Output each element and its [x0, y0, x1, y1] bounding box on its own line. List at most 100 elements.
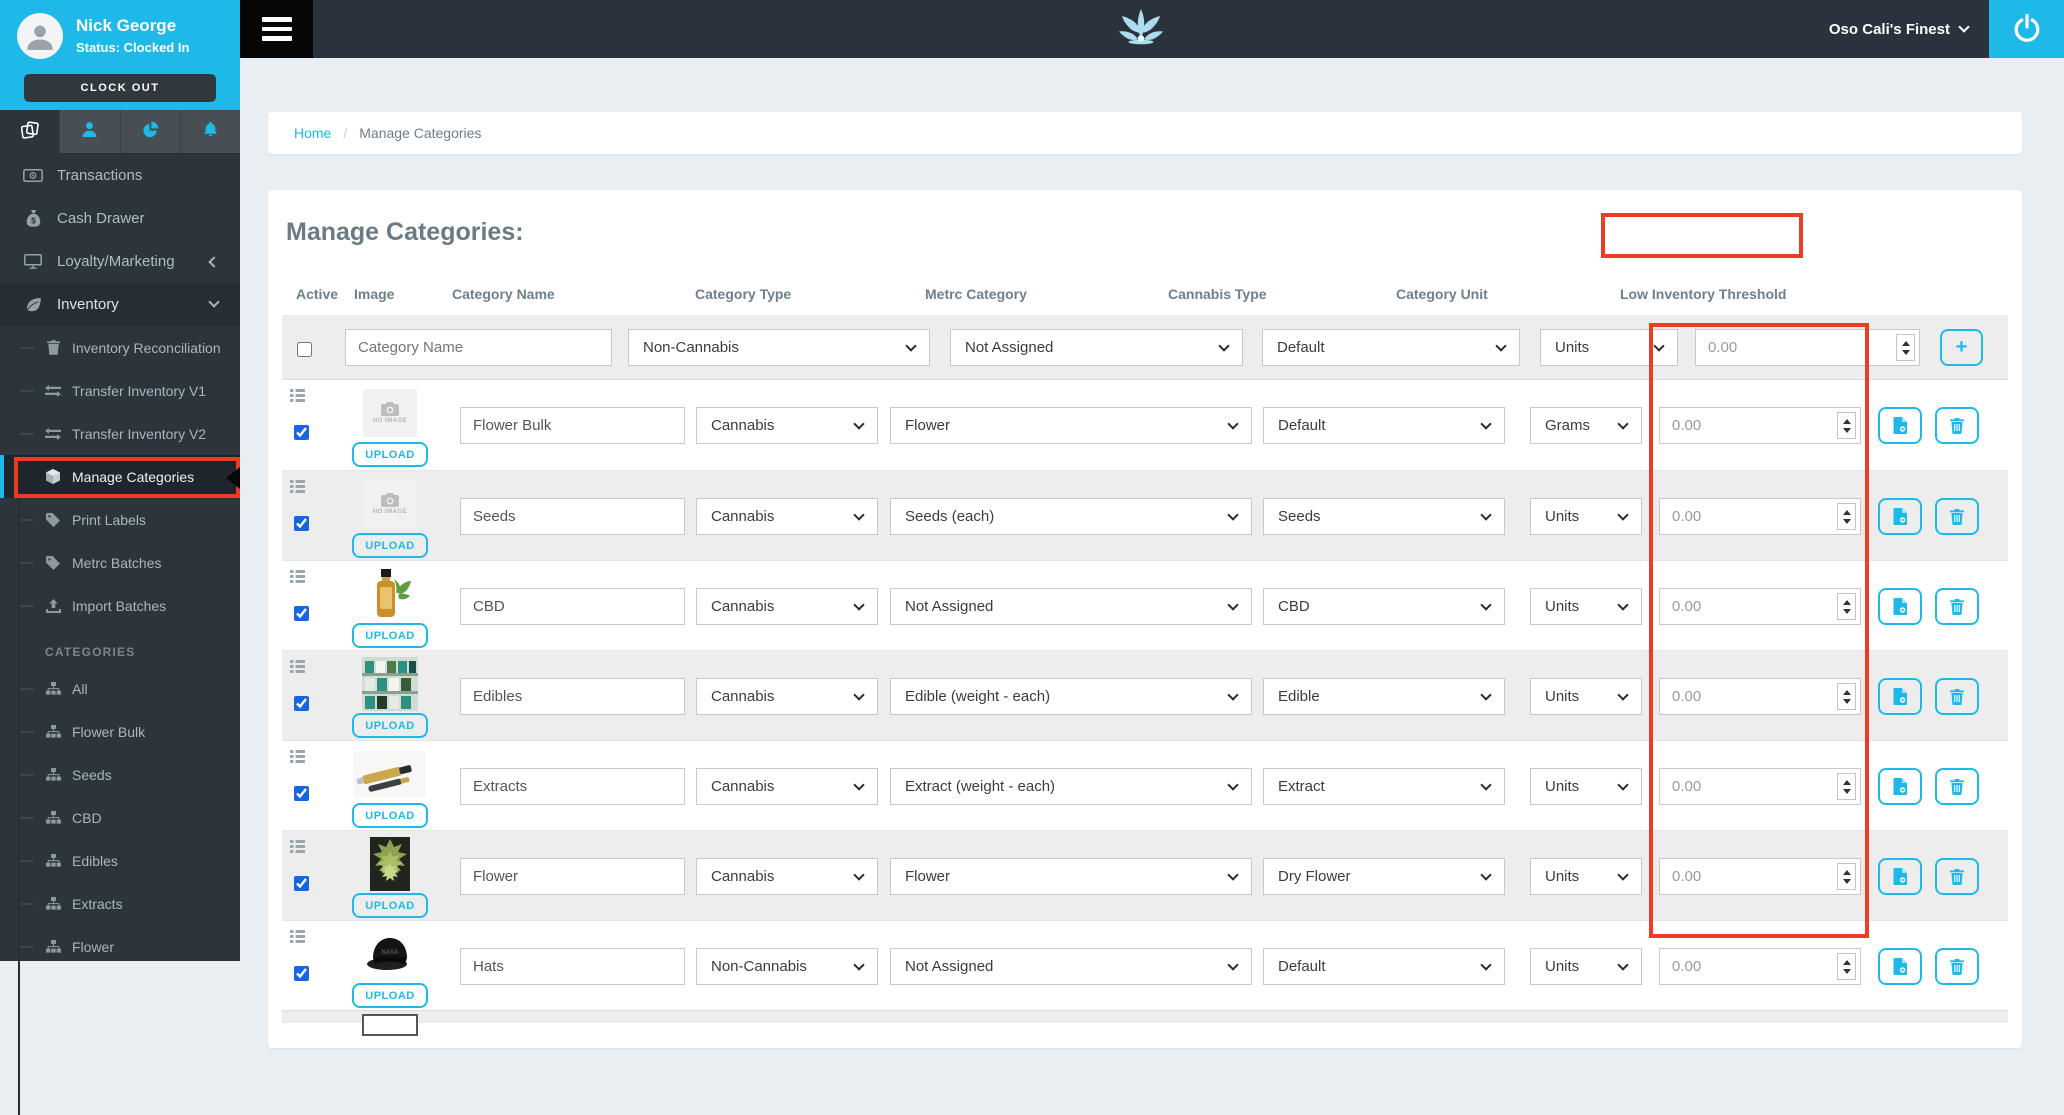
clock-out-button[interactable]: CLOCK OUT — [24, 74, 216, 102]
upload-button[interactable]: UPLOAD — [352, 983, 428, 1008]
cannabis-type-select[interactable]: Extract — [1263, 768, 1505, 805]
upload-button[interactable]: UPLOAD — [352, 623, 428, 648]
sidebar-item-inventory-reconciliation[interactable]: Inventory Reconciliation — [0, 326, 240, 369]
cannabis-type-select[interactable]: Default — [1262, 329, 1520, 366]
drag-handle-icon[interactable] — [290, 389, 305, 407]
drag-handle-icon[interactable] — [290, 570, 305, 588]
metrc-category-select[interactable]: Extract (weight - each) — [890, 768, 1252, 805]
tab-menu[interactable] — [0, 110, 60, 154]
category-unit-select[interactable]: Units — [1530, 768, 1642, 805]
number-spinner[interactable] — [1837, 953, 1856, 980]
drag-handle-icon[interactable] — [290, 480, 305, 498]
metrc-category-select[interactable]: Not Assigned — [890, 948, 1252, 985]
sidebar-category-all[interactable]: All — [0, 667, 240, 710]
save-button[interactable] — [1878, 768, 1922, 805]
metrc-category-select[interactable]: Flower — [890, 407, 1252, 444]
delete-button[interactable] — [1935, 407, 1979, 444]
number-spinner[interactable] — [1837, 412, 1856, 439]
category-unit-select[interactable]: Units — [1530, 588, 1642, 625]
threshold-input[interactable] — [1660, 769, 1860, 804]
sidebar-category-edibles[interactable]: Edibles — [0, 839, 240, 882]
category-name-input[interactable] — [460, 858, 685, 895]
sidebar-item-loyalty-marketing[interactable]: Loyalty/Marketing — [0, 240, 240, 283]
save-button[interactable] — [1878, 498, 1922, 535]
category-type-select[interactable]: Cannabis — [696, 768, 878, 805]
add-category-button[interactable]: + — [1940, 329, 1983, 366]
sidebar-item-metrc-batches[interactable]: Metrc Batches — [0, 541, 240, 584]
cannabis-type-select[interactable]: Default — [1263, 948, 1505, 985]
threshold-input[interactable] — [1660, 408, 1860, 443]
metrc-category-select[interactable]: Seeds (each) — [890, 498, 1252, 535]
metrc-category-select[interactable]: Not Assigned — [950, 329, 1243, 366]
sidebar-item-transactions[interactable]: Transactions — [0, 154, 240, 197]
drag-handle-icon[interactable] — [290, 660, 305, 678]
sidebar-item-cash-drawer[interactable]: $ Cash Drawer — [0, 197, 240, 240]
category-unit-select[interactable]: Units — [1540, 329, 1678, 366]
active-checkbox[interactable] — [294, 876, 309, 891]
metrc-category-select[interactable]: Flower — [890, 858, 1252, 895]
delete-button[interactable] — [1935, 678, 1979, 715]
active-checkbox[interactable] — [294, 966, 309, 981]
category-type-select[interactable]: Cannabis — [696, 588, 878, 625]
cannabis-type-select[interactable]: Edible — [1263, 678, 1505, 715]
sidebar-category-flower-bulk[interactable]: Flower Bulk — [0, 710, 240, 753]
active-checkbox[interactable] — [294, 606, 309, 621]
category-name-input[interactable] — [460, 768, 685, 805]
category-unit-select[interactable]: Units — [1530, 498, 1642, 535]
tab-notifications[interactable] — [179, 110, 240, 154]
number-spinner[interactable] — [1837, 503, 1856, 530]
save-button[interactable] — [1878, 948, 1922, 985]
active-checkbox[interactable] — [297, 342, 312, 357]
threshold-input[interactable] — [1660, 859, 1860, 894]
number-spinner[interactable] — [1837, 773, 1856, 800]
breadcrumb-home-link[interactable]: Home — [294, 125, 331, 141]
sidebar-item-transfer-inventory-v1[interactable]: Transfer Inventory V1 — [0, 369, 240, 412]
cannabis-type-select[interactable]: Dry Flower — [1263, 858, 1505, 895]
threshold-input[interactable] — [1660, 589, 1860, 624]
delete-button[interactable] — [1935, 498, 1979, 535]
threshold-input[interactable] — [1696, 330, 1919, 365]
category-unit-select[interactable]: Units — [1530, 858, 1642, 895]
category-type-select[interactable]: Non-Cannabis — [628, 329, 930, 366]
upload-button[interactable]: UPLOAD — [352, 442, 428, 467]
delete-button[interactable] — [1935, 948, 1979, 985]
category-type-select[interactable]: Cannabis — [696, 498, 878, 535]
hamburger-menu-button[interactable] — [240, 0, 313, 58]
drag-handle-icon[interactable] — [290, 840, 305, 858]
sidebar-item-manage-categories[interactable]: Manage Categories — [0, 455, 240, 498]
category-name-input[interactable] — [460, 948, 685, 985]
category-name-input[interactable] — [460, 407, 685, 444]
metrc-category-select[interactable]: Edible (weight - each) — [890, 678, 1252, 715]
upload-button[interactable]: UPLOAD — [352, 533, 428, 558]
sidebar-category-flower[interactable]: Flower — [0, 925, 240, 968]
number-spinner[interactable] — [1837, 593, 1856, 620]
logout-power-button[interactable] — [1989, 0, 2064, 58]
sidebar-item-transfer-inventory-v2[interactable]: Transfer Inventory V2 — [0, 412, 240, 455]
drag-handle-icon[interactable] — [290, 750, 305, 768]
category-type-select[interactable]: Cannabis — [696, 678, 878, 715]
cannabis-type-select[interactable]: Default — [1263, 407, 1505, 444]
save-button[interactable] — [1878, 678, 1922, 715]
sidebar-category-seeds[interactable]: Seeds — [0, 753, 240, 796]
active-checkbox[interactable] — [294, 696, 309, 711]
category-name-input[interactable] — [460, 588, 685, 625]
save-button[interactable] — [1878, 407, 1922, 444]
number-spinner[interactable] — [1837, 683, 1856, 710]
number-spinner[interactable] — [1837, 863, 1856, 890]
sidebar-item-import-batches[interactable]: Import Batches — [0, 584, 240, 627]
upload-button[interactable]: UPLOAD — [352, 713, 428, 738]
category-name-input[interactable] — [345, 329, 612, 366]
cannabis-type-select[interactable]: CBD — [1263, 588, 1505, 625]
threshold-input[interactable] — [1660, 499, 1860, 534]
sidebar-item-inventory[interactable]: Inventory — [0, 283, 240, 326]
category-type-select[interactable]: Cannabis — [696, 407, 878, 444]
delete-button[interactable] — [1935, 768, 1979, 805]
upload-button[interactable]: UPLOAD — [352, 803, 428, 828]
category-type-select[interactable]: Non-Cannabis — [696, 948, 878, 985]
category-unit-select[interactable]: Units — [1530, 948, 1642, 985]
delete-button[interactable] — [1935, 588, 1979, 625]
drag-handle-icon[interactable] — [290, 930, 305, 948]
category-name-input[interactable] — [460, 498, 685, 535]
category-type-select[interactable]: Cannabis — [696, 858, 878, 895]
metrc-category-select[interactable]: Not Assigned — [890, 588, 1252, 625]
